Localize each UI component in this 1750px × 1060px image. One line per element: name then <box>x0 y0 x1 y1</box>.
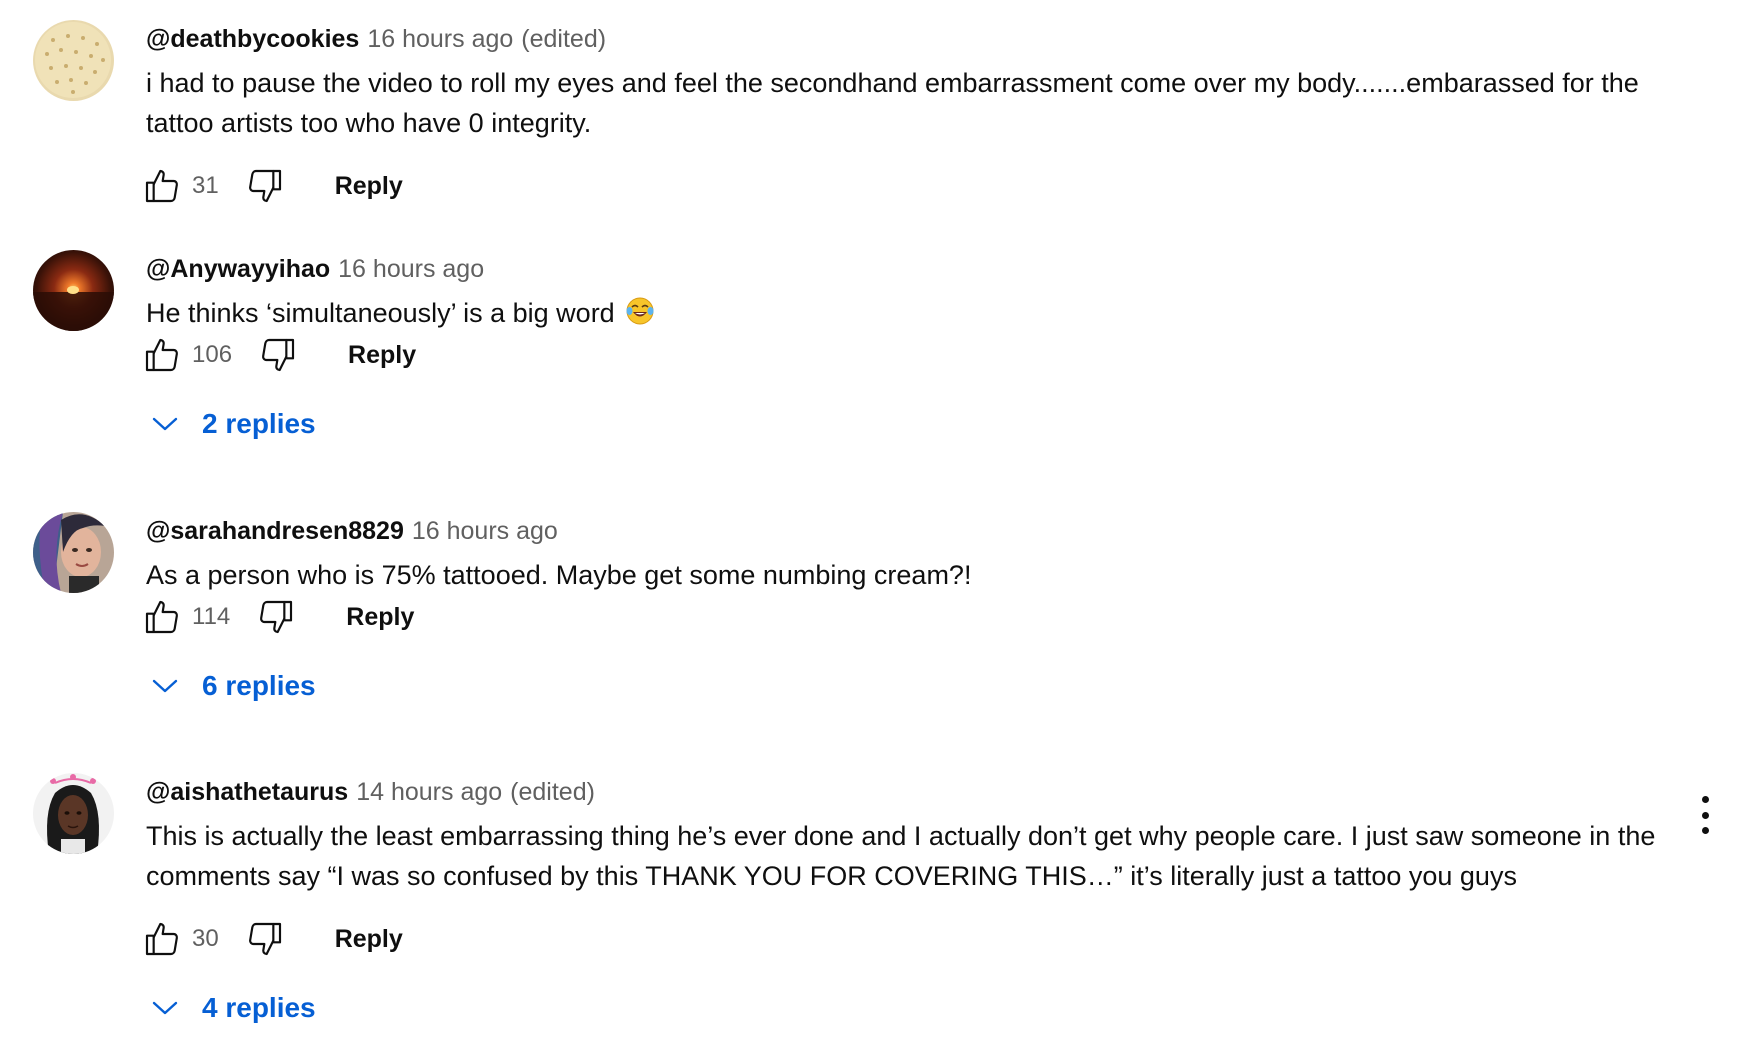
replies-count: 4 replies <box>202 992 316 1023</box>
like-button[interactable] <box>140 333 184 377</box>
thumbs-up-icon <box>145 338 178 372</box>
dislike-button[interactable] <box>243 164 287 208</box>
thumbs-up-icon <box>145 600 178 634</box>
tears-of-joy-emoji-icon <box>626 297 654 325</box>
chevron-down-icon <box>152 1001 178 1015</box>
avatar[interactable] <box>33 20 114 101</box>
avatar[interactable] <box>33 512 114 593</box>
avatar[interactable] <box>33 773 114 854</box>
comment-actions: 114 Reply <box>140 595 414 639</box>
thumbs-down-icon <box>248 922 281 956</box>
dislike-button[interactable] <box>254 595 298 639</box>
comment-header: @aishathetaurus 14 hours ago (edited) <box>146 775 595 809</box>
like-button[interactable] <box>140 917 184 961</box>
dislike-button[interactable] <box>243 917 287 961</box>
thumbs-down-icon <box>260 600 293 634</box>
author-name[interactable]: @sarahandresen8829 <box>146 517 404 545</box>
thumbs-down-icon <box>262 338 295 372</box>
dislike-button[interactable] <box>256 333 300 377</box>
author-name[interactable]: @Anywayyihao <box>146 255 330 283</box>
timestamp[interactable]: 16 hours ago <box>367 25 513 53</box>
author-name[interactable]: @deathbycookies <box>146 25 359 53</box>
view-replies-button[interactable]: 6 replies <box>150 664 316 708</box>
chevron-down-icon <box>152 679 178 693</box>
timestamp[interactable]: 16 hours ago <box>412 517 558 545</box>
reply-button[interactable]: Reply <box>335 917 403 961</box>
comment-header: @sarahandresen8829 16 hours ago <box>146 514 566 548</box>
edited-label: (edited) <box>521 25 607 53</box>
reply-button[interactable]: Reply <box>348 333 416 377</box>
thumbs-down-icon <box>248 169 281 203</box>
like-count: 30 <box>192 925 219 952</box>
view-replies-button[interactable]: 4 replies <box>150 986 316 1030</box>
like-button[interactable] <box>140 164 184 208</box>
avatar[interactable] <box>33 250 114 331</box>
comment-text: As a person who is 75% tattooed. Maybe g… <box>146 560 972 590</box>
timestamp[interactable]: 16 hours ago <box>338 255 484 283</box>
timestamp[interactable]: 14 hours ago <box>356 778 502 806</box>
thumbs-up-icon <box>145 169 178 203</box>
like-count: 114 <box>192 603 231 630</box>
kebab-dot <box>1701 796 1709 803</box>
kebab-dot <box>1701 811 1709 819</box>
chevron-down-icon <box>152 417 178 431</box>
more-vert-icon[interactable] <box>1690 790 1720 840</box>
like-count: 31 <box>192 172 219 199</box>
reply-button[interactable]: Reply <box>335 164 403 208</box>
comment-header: @deathbycookies 16 hours ago (edited) <box>146 22 606 56</box>
replies-count: 6 replies <box>202 670 316 701</box>
comment-actions: 30 Reply <box>140 917 403 961</box>
comment-text: This is actually the least embarrassing … <box>146 821 1656 891</box>
comment-actions: 31 Reply <box>140 164 403 208</box>
comment-text: He thinks ‘simultaneously’ is a big word <box>146 293 1681 333</box>
kebab-dot <box>1701 827 1709 834</box>
like-button[interactable] <box>140 595 184 639</box>
comment-text-content: He thinks ‘simultaneously’ is a big word <box>146 298 615 328</box>
like-count: 106 <box>192 341 233 368</box>
thumbs-up-icon <box>145 922 178 956</box>
comment-header: @Anywayyihao 16 hours ago <box>146 252 492 286</box>
author-name[interactable]: @aishathetaurus <box>146 778 348 806</box>
comment-text: i had to pause the video to roll my eyes… <box>146 68 1639 138</box>
comment-actions: 106 Reply <box>140 333 416 377</box>
reply-button[interactable]: Reply <box>346 595 414 639</box>
view-replies-button[interactable]: 2 replies <box>150 402 316 446</box>
replies-count: 2 replies <box>202 408 316 439</box>
edited-label: (edited) <box>510 778 595 806</box>
